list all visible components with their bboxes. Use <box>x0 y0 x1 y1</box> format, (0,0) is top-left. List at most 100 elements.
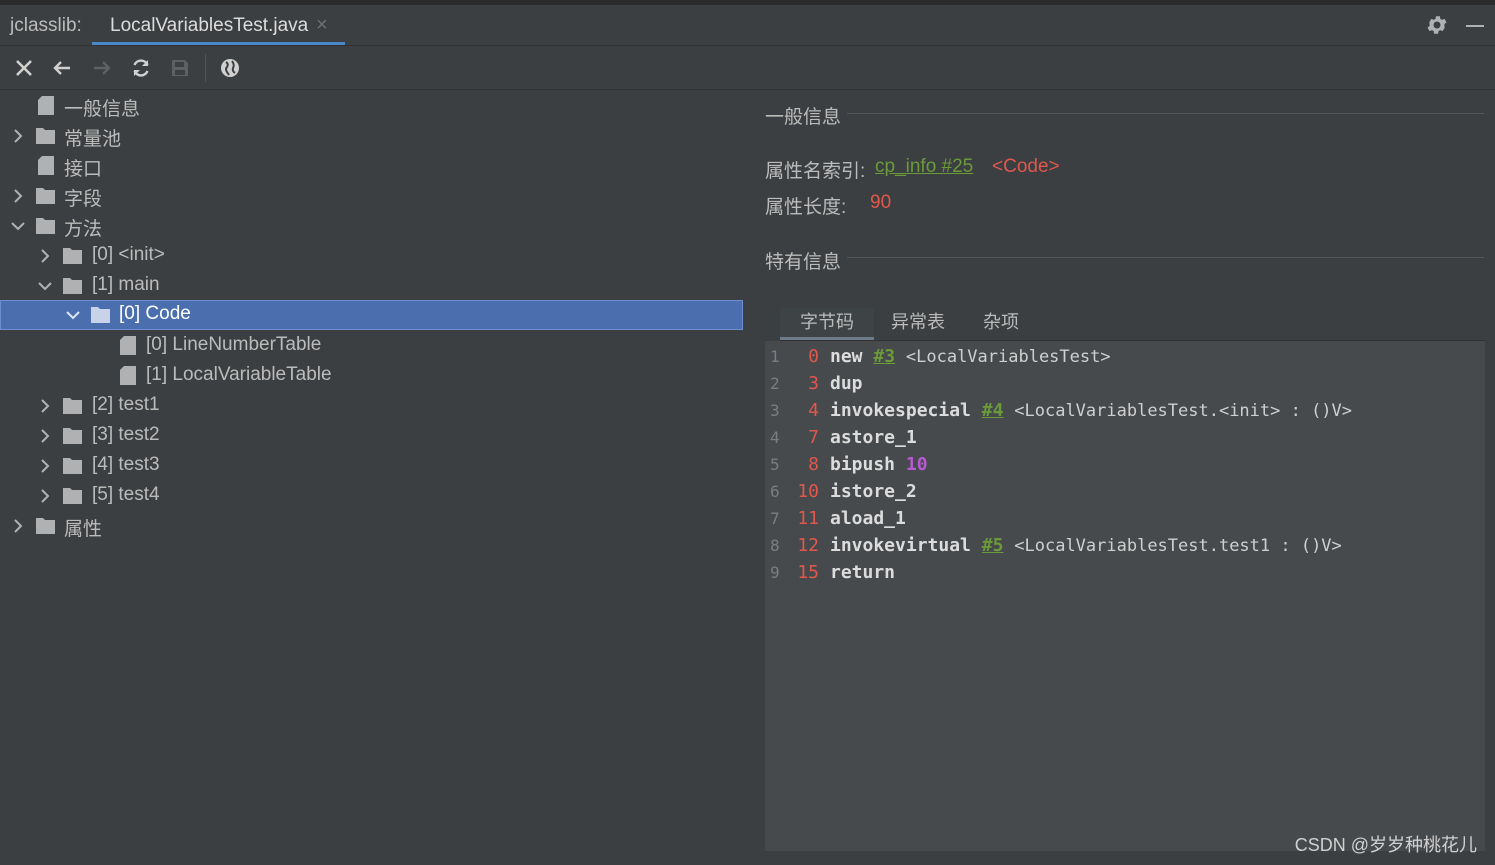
opcode: return <box>830 562 896 583</box>
tree-item-local-variable-table[interactable]: [1] LocalVariableTable <box>0 361 743 391</box>
bytecode-row[interactable]: 9 15 return <box>765 561 1485 588</box>
chevron-right-icon[interactable] <box>38 399 52 413</box>
tab-exception-table[interactable]: 异常表 <box>891 308 945 340</box>
tree-item-label: 常量池 <box>64 129 122 150</box>
constant-pool-ref-link[interactable]: #4 <box>982 400 1004 421</box>
bytecode-row[interactable]: 6 10 istore_2 <box>765 480 1485 507</box>
bytecode-offset: 11 <box>797 508 819 529</box>
detail-panel: 一般信息 属性名索引: cp_info #25 <Code> 属性长度: 90 … <box>745 90 1495 865</box>
tree-item-attributes[interactable]: 属性 <box>0 511 743 541</box>
save-icon[interactable] <box>168 56 192 80</box>
chevron-right-icon[interactable] <box>11 519 25 533</box>
constant-pool-ref-link[interactable]: #5 <box>982 535 1004 556</box>
tree-item-code[interactable]: [0] Code <box>0 300 743 330</box>
tree-item-general-info[interactable]: 一般信息 <box>0 91 743 121</box>
structure-tree: 一般信息 常量池 接口 字段 方法 [0] <init> [1] main [0… <box>0 90 745 865</box>
tree-item-label: [3] test2 <box>92 424 160 445</box>
line-number: 7 <box>770 509 780 528</box>
tab-misc[interactable]: 杂项 <box>983 308 1019 340</box>
tree-item-label: [4] test3 <box>92 454 160 475</box>
opcode: invokevirtual <box>830 535 971 556</box>
folder-icon <box>36 518 55 534</box>
line-number: 3 <box>770 401 780 420</box>
line-number: 8 <box>770 536 780 555</box>
tree-item-method-init[interactable]: [0] <init> <box>0 241 743 271</box>
chevron-right-icon[interactable] <box>38 249 52 263</box>
attr-name-index-label: 属性名索引: <box>765 161 866 182</box>
tab-localvariablestest[interactable]: LocalVariablesTest.java × <box>92 5 345 45</box>
folder-icon <box>63 278 82 294</box>
constant-pool-ref-link[interactable]: #3 <box>873 346 895 367</box>
tree-item-label: 方法 <box>64 219 103 240</box>
bytecode-row[interactable]: 2 3 dup <box>765 372 1485 399</box>
forward-arrow-icon[interactable] <box>90 56 114 80</box>
opcode: istore_2 <box>830 481 917 502</box>
tree-item-method-test2[interactable]: [3] test2 <box>0 421 743 451</box>
bytecode-row[interactable]: 8 12 invokevirtual #5 <LocalVariablesTest.… <box>765 534 1485 561</box>
opcode: invokespecial <box>830 400 971 421</box>
close-icon[interactable] <box>12 56 36 80</box>
bytecode-row[interactable]: 3 4 invokespecial #4 <LocalVariablesTest.<… <box>765 399 1485 426</box>
tree-item-method-test4[interactable]: [5] test4 <box>0 481 743 511</box>
tree-item-label: 字段 <box>64 189 103 210</box>
section-divider <box>847 257 1484 258</box>
tree-item-method-main[interactable]: [1] main <box>0 271 743 301</box>
chevron-right-icon[interactable] <box>38 429 52 443</box>
chevron-right-icon[interactable] <box>38 459 52 473</box>
attr-name-index-link[interactable]: cp_info #25 <box>875 156 973 178</box>
line-number: 4 <box>770 428 780 447</box>
opcode: astore_1 <box>830 427 917 448</box>
tree-item-label: 一般信息 <box>64 99 141 120</box>
tree-item-label: [1] main <box>92 274 160 295</box>
file-icon <box>38 96 54 115</box>
opcode: bipush <box>830 454 896 475</box>
tree-item-fields[interactable]: 字段 <box>0 181 743 211</box>
bytecode-row[interactable]: 7 11 aload_1 <box>765 507 1485 534</box>
tree-item-method-test1[interactable]: [2] test1 <box>0 391 743 421</box>
folder-icon <box>63 398 82 414</box>
bytecode-offset: 15 <box>797 562 819 583</box>
gear-icon[interactable] <box>1425 13 1449 37</box>
bytecode-row[interactable]: 4 7 astore_1 <box>765 426 1485 453</box>
tree-item-method-test3[interactable]: [4] test3 <box>0 451 743 481</box>
chevron-down-icon[interactable] <box>11 219 25 233</box>
chevron-right-icon[interactable] <box>38 489 52 503</box>
tree-item-methods[interactable]: 方法 <box>0 211 743 241</box>
tree-item-label: [0] <init> <box>92 244 165 265</box>
tree-item-interfaces[interactable]: 接口 <box>0 151 743 181</box>
line-number: 5 <box>770 455 780 474</box>
app-label: jclasslib: <box>10 15 82 36</box>
tab-bytecode[interactable]: 字节码 <box>780 308 874 340</box>
title-bar: jclasslib: LocalVariablesTest.java × <box>0 0 1495 46</box>
line-number: 6 <box>770 482 780 501</box>
watermark: CSDN @岁岁种桃花儿 <box>1294 835 1477 855</box>
bytecode-row[interactable]: 1 0 new #3 <LocalVariablesTest> <box>765 345 1485 372</box>
tree-item-line-number-table[interactable]: [0] LineNumberTable <box>0 331 743 361</box>
folder-icon <box>63 458 82 474</box>
ref-comment: <LocalVariablesTest> <box>905 347 1111 367</box>
tree-item-label: [1] LocalVariableTable <box>146 364 332 385</box>
chevron-right-icon[interactable] <box>11 189 25 203</box>
ref-comment: <LocalVariablesTest.<init> : ()V> <box>1014 401 1353 421</box>
toolbar-separator <box>205 54 206 82</box>
folder-icon <box>63 248 82 264</box>
attr-length-label: 属性长度: <box>765 197 847 218</box>
back-arrow-icon[interactable] <box>50 56 74 80</box>
tree-item-constant-pool[interactable]: 常量池 <box>0 121 743 151</box>
folder-icon <box>36 188 55 204</box>
bytecode-row[interactable]: 5 8 bipush 10 <box>765 453 1485 480</box>
refresh-icon[interactable] <box>129 56 153 80</box>
section-divider <box>847 113 1484 114</box>
bytecode-view[interactable]: 1 0 new #3 <LocalVariablesTest> 2 3 dup 3 4 invo… <box>765 341 1485 851</box>
tree-item-label: [0] Code <box>119 303 191 324</box>
bytecode-offset: 8 <box>808 454 819 475</box>
line-number: 2 <box>770 374 780 393</box>
opcode: aload_1 <box>830 508 906 529</box>
chevron-right-icon[interactable] <box>11 129 25 143</box>
chevron-down-icon[interactable] <box>66 308 80 322</box>
chevron-down-icon[interactable] <box>38 279 52 293</box>
minimize-icon[interactable] <box>1466 25 1484 27</box>
globe-icon[interactable] <box>218 56 242 80</box>
tab-close-icon[interactable]: × <box>316 14 328 37</box>
bytecode-offset: 12 <box>797 535 819 556</box>
